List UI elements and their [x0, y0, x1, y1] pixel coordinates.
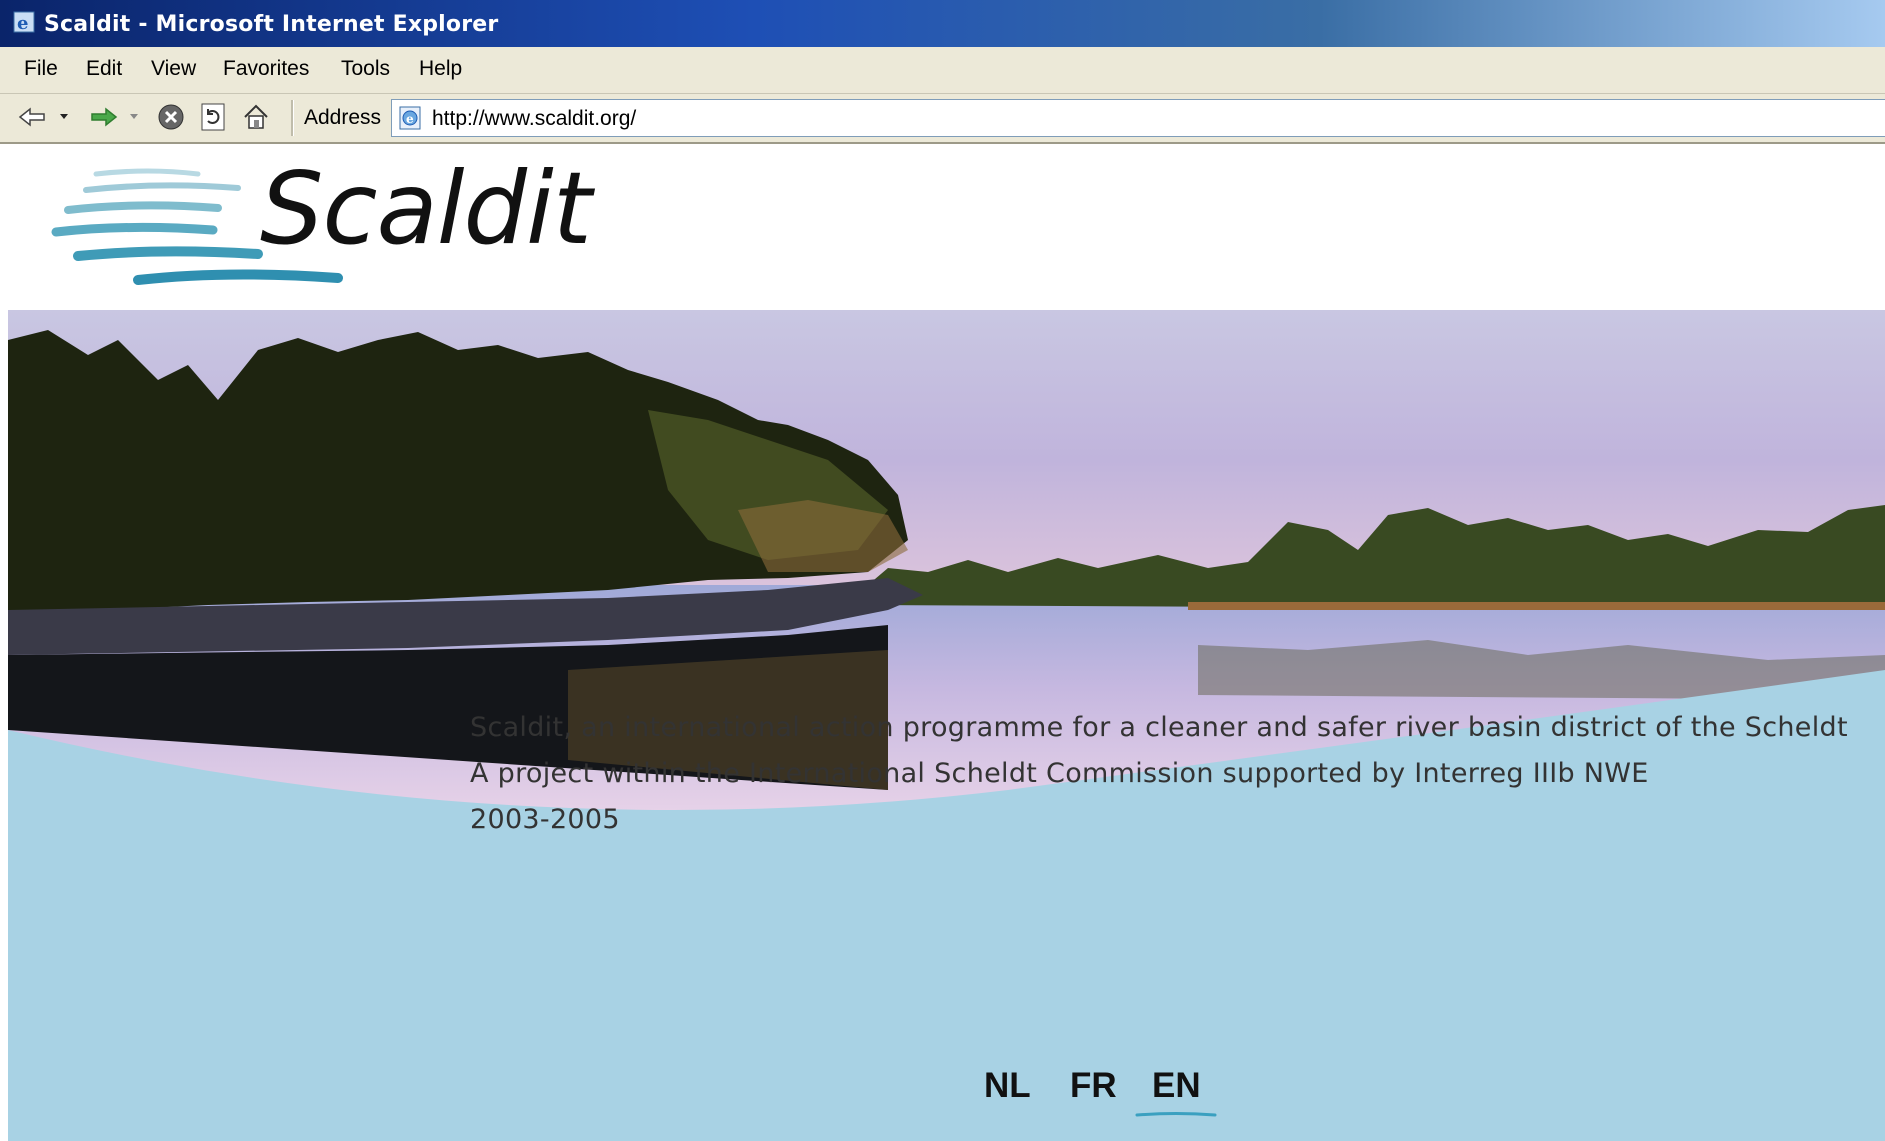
menu-favorites[interactable]: Favorites [223, 57, 309, 81]
language-link-nl[interactable]: NL [984, 1066, 1031, 1106]
back-arrow-icon [18, 107, 45, 127]
title-bar: e Scaldit - Microsoft Internet Explorer [0, 0, 1885, 47]
back-dropdown[interactable] [56, 102, 72, 132]
home-icon [244, 104, 268, 129]
tagline-line-2: A project within the International Schel… [470, 758, 1649, 789]
chevron-down-icon [60, 114, 68, 119]
site-header: Scaldit [8, 144, 1885, 310]
language-link-en[interactable]: EN [1152, 1066, 1201, 1106]
refresh-icon [201, 103, 225, 131]
address-url[interactable]: http://www.scaldit.org/ [432, 107, 636, 131]
svg-text:e: e [17, 13, 28, 34]
stop-button[interactable] [154, 102, 188, 132]
menu-edit[interactable]: Edit [86, 57, 122, 81]
toolbar-separator [291, 100, 294, 136]
chevron-down-icon [130, 114, 138, 119]
window-title: Scaldit - Microsoft Internet Explorer [44, 12, 499, 37]
forward-dropdown[interactable] [126, 102, 142, 132]
address-toolbar: Address e http://www.scaldit.org/ [0, 94, 1885, 144]
home-button[interactable] [240, 102, 272, 132]
back-button[interactable] [16, 102, 50, 132]
tagline-years: 2003-2005 [470, 804, 620, 835]
address-label: Address [304, 106, 382, 129]
stop-icon [158, 104, 184, 130]
language-link-fr[interactable]: FR [1070, 1066, 1117, 1106]
address-bar[interactable]: e http://www.scaldit.org/ [391, 99, 1885, 137]
menu-tools[interactable]: Tools [341, 57, 390, 81]
web-page: Scaldit Scaldit, an international action… [0, 144, 1885, 1141]
svg-text:e: e [406, 112, 414, 126]
refresh-button[interactable] [197, 102, 229, 132]
forward-arrow-icon [91, 107, 118, 127]
tagline-line-1: Scaldit, an international action program… [470, 712, 1848, 743]
menu-help[interactable]: Help [419, 57, 462, 81]
forward-button[interactable] [86, 102, 120, 132]
menu-view[interactable]: View [151, 57, 196, 81]
menu-bar: File Edit View Favorites Tools Help [0, 47, 1885, 94]
page-icon: e [399, 106, 421, 130]
ie-icon: e [13, 11, 35, 34]
menu-file[interactable]: File [24, 57, 58, 81]
site-logo[interactable]: Scaldit [260, 150, 592, 267]
selected-language-underline [1135, 1112, 1217, 1117]
